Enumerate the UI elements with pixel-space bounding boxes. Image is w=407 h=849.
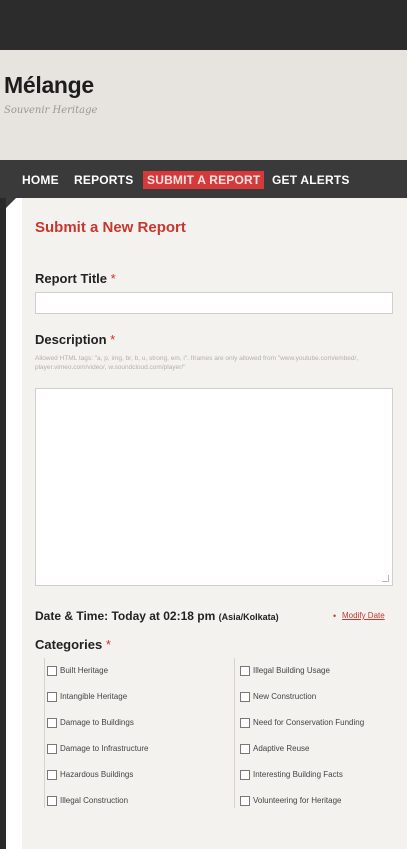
category-label: Adaptive Reuse bbox=[253, 744, 310, 753]
category-label: New Construction bbox=[253, 692, 317, 701]
category-built-heritage[interactable]: Built Heritage bbox=[47, 664, 108, 678]
category-label: Damage to Buildings bbox=[60, 718, 134, 727]
modify-date-link[interactable]: Modify Date bbox=[342, 611, 385, 620]
category-guide-line bbox=[44, 658, 45, 808]
nav-reports[interactable]: REPORTS bbox=[74, 171, 133, 189]
categories-label: Categories * bbox=[35, 637, 111, 652]
checkbox[interactable] bbox=[240, 665, 250, 676]
required-mark: * bbox=[110, 271, 116, 286]
report-title-label-text: Report Title bbox=[35, 271, 107, 286]
category-label: Illegal Construction bbox=[60, 796, 129, 805]
category-guide-line bbox=[234, 658, 235, 808]
datetime-label: Date & Time: Today at 02:18 pm (Asia/Kol… bbox=[35, 609, 279, 623]
category-label: Interesting Building Facts bbox=[253, 770, 343, 779]
description-label: Description * bbox=[35, 332, 115, 347]
nav-corner-decoration bbox=[6, 198, 16, 208]
category-label: Hazardous Buildings bbox=[60, 770, 134, 779]
required-mark: * bbox=[105, 637, 111, 652]
required-mark: * bbox=[110, 332, 116, 347]
checkbox[interactable] bbox=[240, 769, 250, 780]
checkbox[interactable] bbox=[240, 743, 250, 754]
category-illegal-building-usage[interactable]: Illegal Building Usage bbox=[240, 664, 330, 678]
checkbox[interactable] bbox=[47, 795, 57, 806]
category-new-construction[interactable]: New Construction bbox=[240, 690, 316, 704]
category-damage-buildings[interactable]: Damage to Buildings bbox=[47, 716, 134, 730]
checkbox[interactable] bbox=[47, 691, 57, 702]
main-nav: HOME REPORTS SUBMIT A REPORT GET ALERTS bbox=[0, 160, 407, 198]
category-conservation-funding[interactable]: Need for Conservation Funding bbox=[240, 716, 364, 730]
description-help-text: Allowed HTML tags: "a, p, img, br, b, u,… bbox=[35, 355, 359, 371]
site-tagline: Souvenir Heritage bbox=[4, 105, 98, 116]
checkbox[interactable] bbox=[240, 795, 250, 806]
category-label: Intangible Heritage bbox=[60, 692, 128, 701]
nav-get-alerts[interactable]: GET ALERTS bbox=[272, 171, 350, 189]
nav-home[interactable]: HOME bbox=[22, 171, 59, 189]
category-building-facts[interactable]: Interesting Building Facts bbox=[240, 768, 343, 782]
checkbox[interactable] bbox=[240, 717, 250, 728]
datetime-text: Date & Time: Today at 02:18 pm bbox=[35, 609, 216, 623]
category-adaptive-reuse[interactable]: Adaptive Reuse bbox=[240, 742, 309, 756]
category-label: Volunteering for Heritage bbox=[253, 796, 342, 805]
checkbox[interactable] bbox=[47, 769, 57, 780]
top-bar bbox=[0, 0, 407, 50]
category-illegal-construction[interactable]: Illegal Construction bbox=[47, 794, 128, 808]
category-label: Built Heritage bbox=[60, 666, 109, 675]
description-label-text: Description bbox=[35, 332, 107, 347]
category-intangible-heritage[interactable]: Intangible Heritage bbox=[47, 690, 127, 704]
category-damage-infrastructure[interactable]: Damage to Infrastructure bbox=[47, 742, 148, 756]
categories-label-text: Categories bbox=[35, 637, 103, 652]
category-volunteering[interactable]: Volunteering for Heritage bbox=[240, 794, 342, 808]
report-title-input[interactable] bbox=[35, 292, 393, 314]
timezone-text: (Asia/Kolkata) bbox=[218, 612, 279, 622]
category-hazardous-buildings[interactable]: Hazardous Buildings bbox=[47, 768, 133, 782]
site-header: Mélange Souvenir Heritage bbox=[0, 50, 407, 160]
checkbox[interactable] bbox=[47, 743, 57, 754]
page-title: Submit a New Report bbox=[35, 219, 186, 236]
category-label: Need for Conservation Funding bbox=[253, 718, 365, 727]
site-name[interactable]: Mélange bbox=[4, 72, 94, 99]
nav-submit-report[interactable]: SUBMIT A REPORT bbox=[143, 171, 265, 189]
checkbox[interactable] bbox=[47, 665, 57, 676]
description-textarea[interactable] bbox=[35, 388, 393, 586]
resize-grip-icon[interactable] bbox=[382, 575, 389, 582]
report-title-label: Report Title * bbox=[35, 271, 116, 286]
checkbox[interactable] bbox=[47, 717, 57, 728]
category-label: Illegal Building Usage bbox=[253, 666, 330, 675]
bullet-icon: • bbox=[333, 611, 337, 621]
left-rail bbox=[0, 160, 6, 849]
category-label: Damage to Infrastructure bbox=[60, 744, 149, 753]
checkbox[interactable] bbox=[240, 691, 250, 702]
